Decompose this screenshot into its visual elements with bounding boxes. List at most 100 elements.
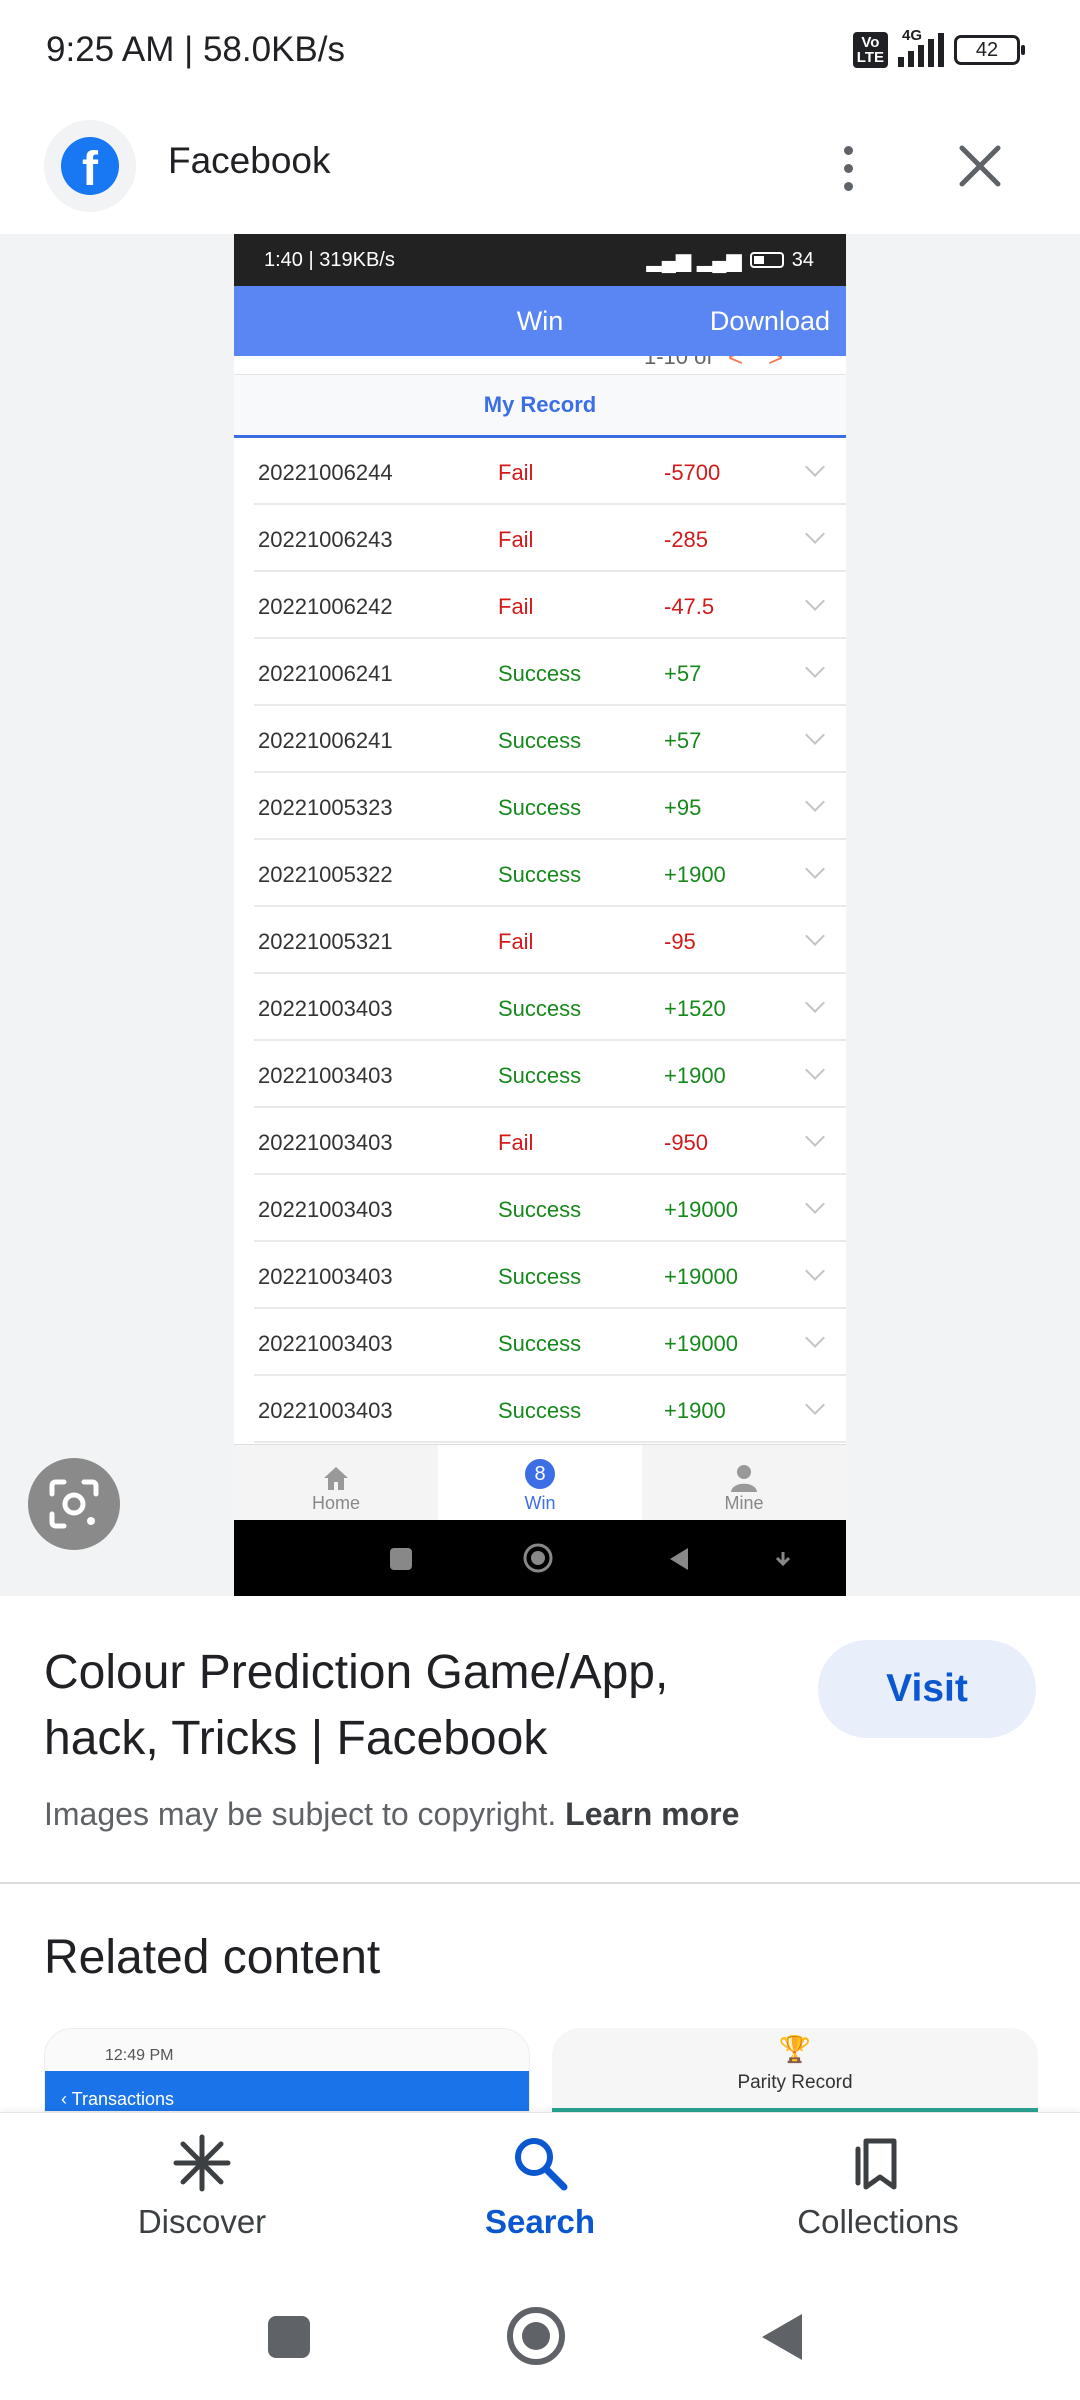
- chevron-down-icon: [805, 859, 825, 879]
- record-row: 20221003403 Success +1900: [254, 1376, 846, 1443]
- chevron-down-icon: [805, 1194, 825, 1214]
- record-row: 20221005321 Fail -95: [254, 907, 846, 974]
- preview-signal-icon: ▂▄▆ ▂▄▆: [646, 249, 742, 272]
- record-amount: -285: [664, 527, 709, 552]
- preview-app-header: Win Download: [234, 286, 846, 356]
- record-status: Success: [498, 996, 582, 1021]
- record-amount: +57: [664, 728, 702, 753]
- preview-nav-home: Home: [234, 1445, 438, 1520]
- volte-icon: Vo LTE: [852, 32, 888, 68]
- recents-icon[interactable]: [268, 2316, 310, 2358]
- record-id: 20221006242: [258, 594, 393, 619]
- record-row: 20221006241 Success +57: [254, 706, 846, 773]
- nav-discover[interactable]: Discover: [52, 2133, 352, 2241]
- record-row: 20221005323 Success +95: [254, 773, 846, 840]
- preview-pager: 1-10 of < >: [234, 356, 846, 374]
- asterisk-icon: [173, 2134, 231, 2192]
- record-row: 20221003403 Success +1520: [254, 974, 846, 1041]
- record-status: Success: [498, 862, 582, 887]
- record-row: 20221006241 Success +57: [254, 639, 846, 706]
- trophy-icon: 🏆: [778, 2034, 812, 2064]
- related-content-heading: Related content: [44, 1931, 381, 1984]
- related-thumbnail-1[interactable]: 12:49 PM ‹ Transactions: [44, 2028, 530, 2112]
- preview-status-text: 1:40 | 319KB/s: [264, 248, 395, 271]
- home-button-icon[interactable]: [507, 2307, 565, 2365]
- thumb1-bar: ‹ Transactions: [45, 2071, 529, 2111]
- record-amount: +19000: [664, 1264, 739, 1289]
- chevron-down-icon: [805, 1261, 825, 1281]
- preview-screenshot: 1:40 | 319KB/s ▂▄▆ ▂▄▆ 34 Win Download 1…: [234, 234, 846, 1596]
- nav-collections[interactable]: Collections: [728, 2133, 1028, 2241]
- facebook-logo-icon: f: [44, 120, 136, 212]
- signal-icon: 4G: [898, 27, 944, 67]
- preview-nav-mine: Mine: [642, 1445, 846, 1520]
- preview-tab-my-record: My Record: [234, 374, 846, 438]
- record-row: 20221003403 Success +1900: [254, 1041, 846, 1108]
- record-amount: +1520: [664, 996, 726, 1021]
- record-id: 20221006244: [258, 460, 393, 485]
- record-status: Fail: [498, 1130, 534, 1155]
- system-navigation-bar: [0, 2280, 1080, 2400]
- battery-icon: 42: [954, 35, 1025, 65]
- win-badge-icon: 8: [525, 1459, 555, 1489]
- record-row: 20221006243 Fail -285: [254, 505, 846, 572]
- more-options-icon[interactable]: [818, 134, 878, 202]
- preview-download-label: Download: [709, 306, 830, 336]
- chevron-down-icon: [805, 1060, 825, 1080]
- related-thumbnail-2[interactable]: 🏆 Parity Record: [552, 2028, 1038, 2112]
- record-status: Success: [498, 1197, 582, 1222]
- record-amount: +57: [664, 661, 702, 686]
- learn-more-link[interactable]: Learn more: [565, 1796, 739, 1832]
- chevron-down-icon: [805, 524, 825, 544]
- record-amount: -5700: [664, 460, 721, 485]
- record-row: 20221003403 Fail -950: [254, 1108, 846, 1175]
- record-amount: +1900: [664, 862, 726, 887]
- bottom-navigation: Discover Search Collections: [0, 2112, 1080, 2280]
- chevron-down-icon: [805, 993, 825, 1013]
- record-id: 20221005323: [258, 795, 393, 820]
- result-title[interactable]: Colour Prediction Game/App, hack, Tricks…: [44, 1640, 784, 1772]
- chevron-down-icon: [805, 792, 825, 812]
- chevron-down-icon: [805, 1395, 825, 1415]
- thumb1-status: 12:49 PM: [105, 2047, 174, 2064]
- lens-icon: [49, 1479, 99, 1529]
- image-preview[interactable]: 1:40 | 319KB/s ▂▄▆ ▂▄▆ 34 Win Download 1…: [0, 234, 1080, 1596]
- record-id: 20221006243: [258, 527, 393, 552]
- status-bar: 9:25 AM | 58.0KB/s Vo LTE 4G 42: [0, 0, 1080, 106]
- record-status: Success: [498, 661, 582, 686]
- record-row: 20221006242 Fail -47.5: [254, 572, 846, 639]
- close-icon[interactable]: [950, 136, 1010, 196]
- record-row: 20221005322 Success +1900: [254, 840, 846, 907]
- collections-bookmark-icon: [855, 2138, 897, 2190]
- record-amount: +1900: [664, 1398, 726, 1423]
- copyright-notice: Images may be subject to copyright. Lear…: [44, 1796, 740, 1832]
- source-header: f Facebook: [0, 106, 1080, 234]
- record-status: Fail: [498, 460, 534, 485]
- status-icons: Vo LTE 4G 42: [852, 27, 1025, 68]
- lens-search-button[interactable]: [28, 1458, 120, 1550]
- battery-level: 42: [975, 38, 999, 61]
- preview-pager-text: 1-10 of: [644, 356, 713, 369]
- record-status: Success: [498, 795, 582, 820]
- preview-bottom-nav: Home 8 Win Mine: [234, 1444, 846, 1520]
- person-icon: [731, 1465, 757, 1492]
- back-icon[interactable]: [762, 2314, 802, 2360]
- record-status: Fail: [498, 594, 534, 619]
- chevron-down-icon: [805, 725, 825, 745]
- chevron-down-icon: [805, 591, 825, 611]
- record-amount: +95: [664, 795, 702, 820]
- record-status: Success: [498, 728, 582, 753]
- record-status: Fail: [498, 929, 534, 954]
- visit-button[interactable]: Visit: [818, 1640, 1036, 1738]
- status-time-speed: 9:25 AM | 58.0KB/s: [46, 30, 345, 69]
- chevron-down-icon: [805, 457, 825, 477]
- record-amount: -950: [664, 1130, 709, 1155]
- record-amount: +1900: [664, 1063, 726, 1088]
- preview-system-nav: [234, 1520, 846, 1596]
- preview-status-bar: 1:40 | 319KB/s ▂▄▆ ▂▄▆ 34: [234, 234, 846, 286]
- chevron-down-icon: [805, 658, 825, 678]
- nav-search[interactable]: Search: [390, 2133, 690, 2241]
- record-id: 20221005322: [258, 862, 393, 887]
- search-icon: [515, 2138, 568, 2191]
- record-id: 20221003403: [258, 1063, 393, 1088]
